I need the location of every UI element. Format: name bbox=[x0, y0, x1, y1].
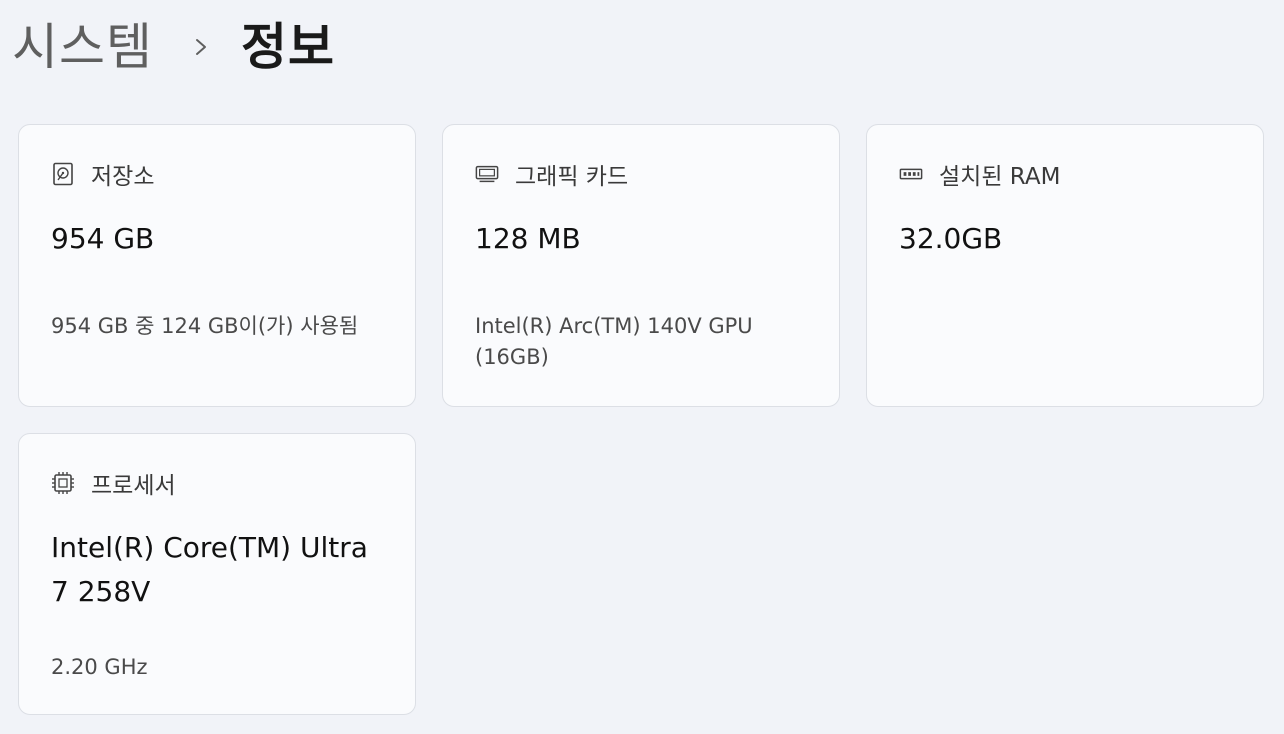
storage-usage-text: 954 GB 중 124 GB이(가) 사용됨 bbox=[51, 314, 359, 338]
chevron-right-icon bbox=[191, 37, 211, 57]
storage-title: 저장소 bbox=[91, 164, 155, 190]
breadcrumb-parent-system[interactable]: 시스템 bbox=[12, 22, 153, 72]
graphics-card-icon bbox=[475, 162, 499, 186]
graphics-value: 128 MB bbox=[475, 222, 581, 255]
graphics-model-text: Intel(R) Arc(TM) 140V GPU (16GB) bbox=[475, 314, 753, 369]
processor-speed-text: 2.20 GHz bbox=[51, 655, 148, 679]
storage-value: 954 GB bbox=[51, 222, 155, 255]
graphics-title: 그래픽 카드 bbox=[515, 164, 629, 190]
page-title: 정보 bbox=[241, 18, 335, 76]
hard-drive-icon bbox=[51, 162, 75, 186]
memory-icon bbox=[899, 162, 923, 186]
storage-card: 저장소 954 GB 954 GB 중 124 GB이(가) 사용됨 bbox=[18, 124, 416, 407]
graphics-card: 그래픽 카드 128 MB Intel(R) Arc(TM) 140V GPU … bbox=[442, 124, 840, 407]
ram-title: 설치된 RAM bbox=[939, 164, 1061, 190]
ram-value: 32.0GB bbox=[899, 222, 1003, 255]
processor-card: 프로세서 Intel(R) Core(TM) Ultra 7 258V 2.20… bbox=[18, 433, 416, 715]
processor-title: 프로세서 bbox=[91, 473, 176, 499]
ram-card-header: 설치된 RAM bbox=[899, 157, 1060, 191]
breadcrumb: 시스템 정보 bbox=[12, 12, 335, 82]
processor-card-header: 프로세서 bbox=[51, 466, 176, 500]
processor-chip-icon bbox=[51, 471, 75, 495]
storage-card-header: 저장소 bbox=[51, 157, 154, 191]
processor-value: Intel(R) Core(TM) Ultra 7 258V bbox=[51, 531, 368, 608]
graphics-card-header: 그래픽 카드 bbox=[475, 157, 628, 191]
ram-card: 설치된 RAM 32.0GB bbox=[866, 124, 1264, 407]
